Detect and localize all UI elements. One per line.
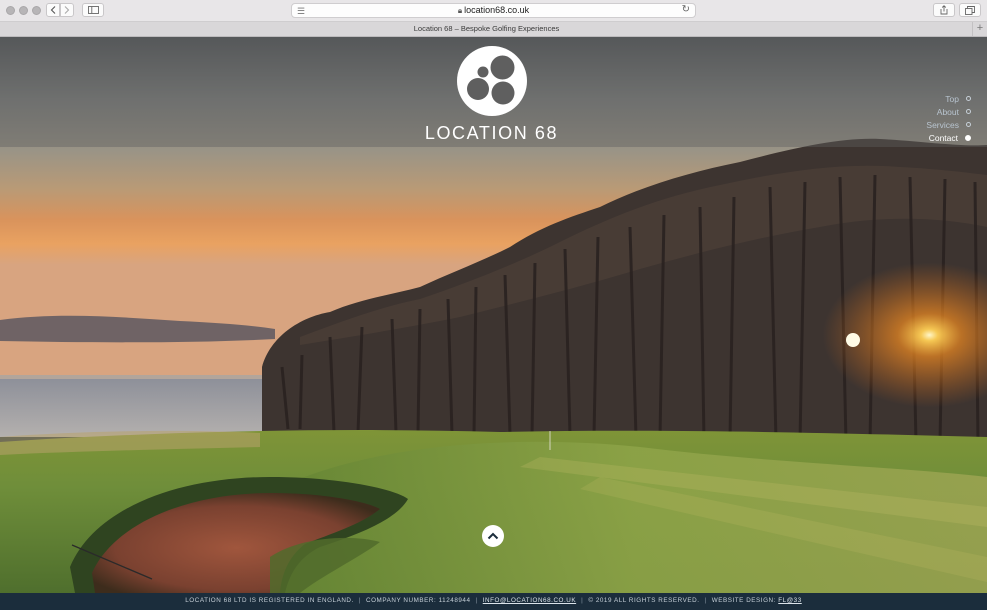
footer-design-label: WEBSITE DESIGN: [711, 597, 776, 604]
show-tabs-button[interactable] [959, 3, 981, 17]
new-tab-button[interactable]: + [972, 22, 987, 36]
nav-item-label: About [936, 106, 959, 117]
share-button[interactable] [933, 3, 955, 17]
chevron-up-icon [487, 532, 499, 540]
footer-rights: © 2019 ALL RIGHTS RESERVED. [588, 597, 700, 604]
nav-item-top[interactable]: Top [926, 92, 971, 105]
site-logo[interactable]: LOCATION 68 [420, 45, 563, 144]
footer-separator: | [704, 597, 707, 604]
nav-dot-icon[interactable] [965, 134, 971, 141]
nav-item-services[interactable]: Services [926, 118, 971, 131]
sidebar-icon [87, 6, 99, 14]
footer-design-link[interactable]: FL@33 [778, 597, 802, 604]
show-tabs-icon [965, 5, 975, 15]
minimize-window-button[interactable] [19, 6, 28, 15]
footer-separator: | [581, 597, 584, 604]
nav-item-label: Contact [928, 132, 958, 143]
nav-dot-icon[interactable] [966, 109, 971, 114]
reload-icon[interactable]: ↻ [682, 4, 690, 15]
footer-company-number: COMPANY NUMBER: 11248944 [366, 597, 471, 604]
section-nav: Top About Services Contact [926, 92, 971, 144]
footer-email-link[interactable]: INFO@LOCATION68.CO.UK [483, 597, 576, 604]
forward-icon [64, 6, 70, 14]
forward-button[interactable] [60, 3, 74, 17]
footer-registered: LOCATION 68 LTD IS REGISTERED IN ENGLAND… [185, 597, 354, 604]
address-bar[interactable]: ☰ 🔒︎ location68.co.uk ↻ [291, 3, 696, 18]
url-text: location68.co.uk [464, 5, 530, 15]
back-button[interactable] [46, 3, 60, 17]
zoom-window-button[interactable] [32, 6, 41, 15]
address-url: 🔒︎ location68.co.uk [292, 5, 695, 16]
tab-active[interactable]: Location 68 – Bespoke Golfing Experience… [0, 22, 973, 36]
nav-item-label: Top [945, 93, 959, 104]
scroll-up-button[interactable] [482, 525, 504, 547]
lock-icon: 🔒︎ [457, 6, 463, 15]
back-icon [50, 6, 56, 14]
logo-emblem-icon [456, 46, 527, 116]
logo-text: LOCATION 68 [424, 123, 559, 143]
close-window-button[interactable] [6, 6, 15, 15]
tab-bar: Location 68 – Bespoke Golfing Experience… [0, 22, 987, 37]
share-icon [940, 5, 948, 15]
browser-toolbar: ☰ 🔒︎ location68.co.uk ↻ [0, 0, 987, 22]
sidebar-button[interactable] [82, 3, 104, 17]
site-footer: LOCATION 68 LTD IS REGISTERED IN ENGLAND… [0, 593, 987, 610]
footer-separator: | [358, 597, 361, 604]
web-page: LOCATION 68 Top About Services Contact [0, 37, 987, 593]
nav-dot-icon[interactable] [966, 122, 971, 127]
footer-separator: | [475, 597, 478, 604]
nav-item-label: Services [926, 119, 959, 130]
nav-dot-icon[interactable] [966, 96, 971, 101]
nav-item-about[interactable]: About [926, 105, 971, 118]
nav-item-contact[interactable]: Contact [926, 131, 971, 144]
